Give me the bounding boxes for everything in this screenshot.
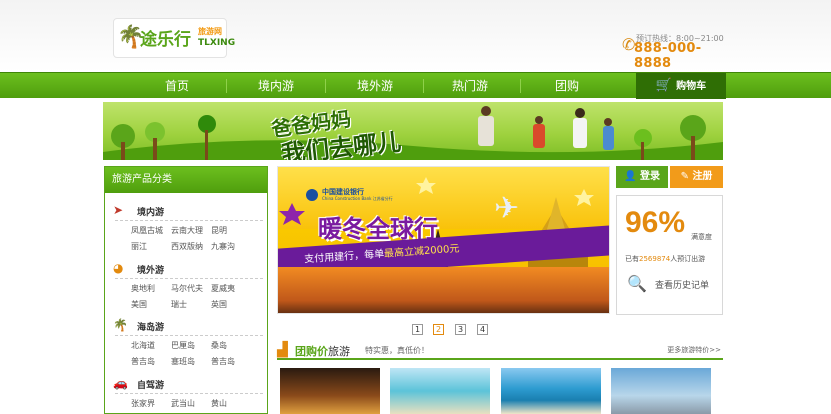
category-label: 境外游 xyxy=(137,266,165,276)
booked-count-text: 已有2569874人预订出游 xyxy=(625,255,706,263)
user-icon: 👤 xyxy=(624,171,640,182)
hotline: ✆ 预订热线：8:00~21:00 888-000-8888 xyxy=(622,32,724,71)
slider-page-button-active[interactable]: 2 xyxy=(433,324,444,335)
history-orders-label: 查看历史记单 xyxy=(655,281,710,291)
category-link[interactable]: 巴厘岛 xyxy=(171,340,195,351)
arrow-icon: ➤ xyxy=(113,203,124,217)
product-category-sidebar: 旅游产品分类 ➤ 境内游 凤凰古城 云南大理 昆明 丽江 西双版纳 九寨沟 ◕ … xyxy=(104,166,268,414)
chart-bar-icon: ▟ xyxy=(277,342,288,358)
site-logo[interactable]: 🌴 途乐行 旅游网 TLXING xyxy=(113,18,235,58)
category-label: 自驾游 xyxy=(137,381,165,391)
shopping-cart-icon: 🛒 xyxy=(655,78,673,93)
category-link[interactable]: 普吉岛 xyxy=(211,356,235,367)
category-link[interactable]: 瑞士 xyxy=(171,299,187,310)
groupbuy-more-link[interactable]: 更多旅游特价>> xyxy=(667,345,721,355)
groupbuy-thumbnail[interactable] xyxy=(390,368,490,414)
slider-page-button[interactable]: 1 xyxy=(412,324,423,335)
nav-item-outbound[interactable]: 境外游 xyxy=(326,73,424,99)
groupbuy-thumbnail[interactable] xyxy=(611,368,711,414)
promo-slider[interactable]: 中国建设银行 China Construction Bank 江苏省分行 ✈ 暖… xyxy=(277,166,610,314)
category-link[interactable]: 塞班岛 xyxy=(171,356,195,367)
category-link[interactable]: 北海道 xyxy=(131,340,155,351)
category-title[interactable]: 🌴 海岛游 xyxy=(113,318,263,334)
divider xyxy=(115,335,263,336)
pencil-icon: ✎ xyxy=(680,171,693,182)
category-link[interactable]: 英国 xyxy=(211,299,227,310)
nav-item-groupbuy[interactable]: 团购 xyxy=(518,73,616,99)
logo-text: 途乐行 xyxy=(140,30,191,50)
category-link[interactable]: 云南大理 xyxy=(171,225,203,236)
login-button[interactable]: 👤 登录 xyxy=(616,166,668,188)
category-link[interactable]: 夏威夷 xyxy=(211,283,235,294)
category-link[interactable]: 美国 xyxy=(131,299,147,310)
logo-english: TLXING xyxy=(198,38,236,48)
groupbuy-title: 团购价旅游 xyxy=(295,345,350,358)
banner-illustration xyxy=(103,106,723,160)
category-link[interactable]: 武当山 xyxy=(171,398,195,409)
category-link[interactable]: 西双版纳 xyxy=(171,241,203,252)
category-title[interactable]: ◕ 境外游 xyxy=(113,261,263,277)
category-title[interactable]: 🚗 自驾游 xyxy=(113,376,263,392)
nav-item-popular[interactable]: 热门游 xyxy=(421,73,519,99)
divider xyxy=(115,393,263,394)
category-link[interactable]: 马尔代夫 xyxy=(171,283,203,294)
slider-page-button[interactable]: 3 xyxy=(455,324,466,335)
slider-page-button[interactable]: 4 xyxy=(477,324,488,335)
logo-subtext: 旅游网 xyxy=(198,27,222,36)
category-link[interactable]: 丽江 xyxy=(131,241,147,252)
car-icon: 🚗 xyxy=(113,376,128,390)
category-link[interactable]: 普吉岛 xyxy=(131,356,155,367)
register-button[interactable]: ✎ 注册 xyxy=(670,166,723,188)
category-link[interactable]: 张家界 xyxy=(131,398,155,409)
divider xyxy=(115,220,263,221)
category-title[interactable]: ➤ 境内游 xyxy=(113,203,263,219)
satisfaction-label: 满意度 xyxy=(691,233,712,241)
groupbuy-header: ▟ 团购价旅游 特实惠，真低价！ 更多旅游特价>> xyxy=(277,340,723,360)
stats-panel: 96% 满意度 已有2569874人预订出游 🔍 查看历史记单 xyxy=(616,195,723,315)
category-label: 境内游 xyxy=(137,208,165,218)
bank-name-english: China Construction Bank 江苏省分行 xyxy=(322,196,393,201)
cart-button[interactable]: 🛒 购物车 xyxy=(636,73,726,99)
bank-emblem-icon xyxy=(306,189,318,201)
category-link[interactable]: 凤凰古城 xyxy=(131,225,163,236)
nav-item-domestic[interactable]: 境内游 xyxy=(227,73,325,99)
nav-item-home[interactable]: 首页 xyxy=(128,73,226,99)
category-link[interactable]: 黄山 xyxy=(211,398,227,409)
groupbuy-thumbnail[interactable] xyxy=(501,368,601,414)
airplane-icon: ✈ xyxy=(494,191,520,226)
slider-pager: 1 2 3 4 xyxy=(412,324,492,336)
history-orders-link[interactable]: 🔍 查看历史记单 xyxy=(627,274,717,294)
magnifier-icon: 🔍 xyxy=(627,274,647,293)
groupbuy-tagline: 特实惠，真低价！ xyxy=(365,346,429,355)
cart-label: 购物车 xyxy=(676,81,707,92)
slide-photo xyxy=(278,267,609,313)
category-link[interactable]: 九寨沟 xyxy=(211,241,235,252)
hotline-number: 888-000-8888 xyxy=(634,41,702,71)
sidebar-title: 旅游产品分类 xyxy=(105,167,267,193)
category-link[interactable]: 奥地利 xyxy=(131,283,155,294)
globe-icon: ◕ xyxy=(113,261,124,275)
header: 🌴 途乐行 旅游网 TLXING ✆ 预订热线：8:00~21:00 888-0… xyxy=(0,0,831,72)
hero-banner[interactable]: 爸爸妈妈 我们去哪儿 xyxy=(103,102,723,160)
booked-count: 2569874 xyxy=(639,255,671,263)
bank-logo: 中国建设银行 China Construction Bank 江苏省分行 xyxy=(306,187,393,205)
divider xyxy=(115,278,263,279)
main-nav: 首页 境内游 境外游 热门游 团购 🛒 购物车 xyxy=(0,72,831,99)
palm-tree-icon: 🌴 xyxy=(113,318,128,332)
groupbuy-thumbnail[interactable] xyxy=(280,368,380,414)
category-link[interactable]: 昆明 xyxy=(211,225,227,236)
satisfaction-rate: 96% xyxy=(625,206,686,239)
category-link[interactable]: 桑岛 xyxy=(211,340,227,351)
category-label: 海岛游 xyxy=(137,323,165,333)
